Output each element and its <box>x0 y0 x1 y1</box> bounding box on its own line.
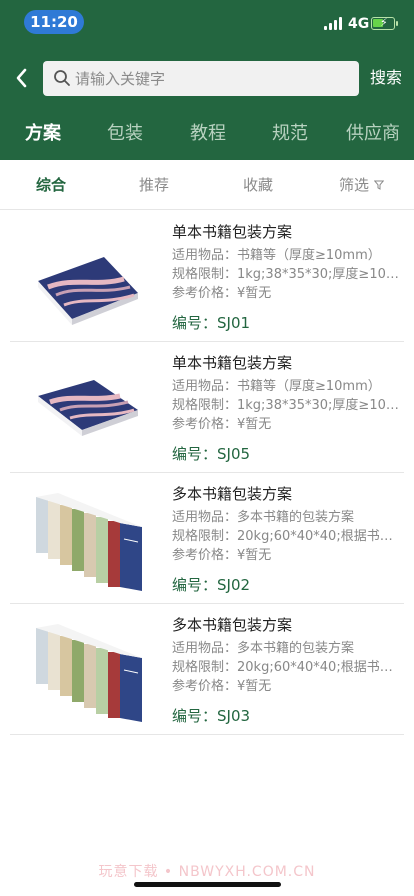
books-thumbnail <box>36 493 142 591</box>
list-item[interactable]: 单本书籍包装方案 适用物品：书籍等（厚度≥10mm） 规格限制：1kg;38*3… <box>10 342 404 473</box>
network-label: 4G <box>348 16 370 32</box>
status-bar: 11:20 4G ⚡ <box>0 0 414 44</box>
filter-bar: 综合 推荐 收藏 筛选 <box>0 160 414 210</box>
book-thumbnail <box>38 257 138 325</box>
item-code: 编号：SJ05 <box>172 445 251 463</box>
tab-solution[interactable]: 方案 <box>25 116 61 152</box>
item-limits: 规格限制：20kg;60*40*40;根据书籍数量 <box>172 660 404 675</box>
item-limits: 规格限制：1kg;38*35*30;厚度≥10mm <box>172 267 404 282</box>
search-icon <box>54 70 70 86</box>
item-limits: 规格限制：1kg;38*35*30;厚度≥10mm <box>172 398 404 413</box>
book-thumbnail <box>38 380 138 436</box>
filter-tab-recommended[interactable]: 推荐 <box>139 160 169 210</box>
tab-tutorial[interactable]: 教程 <box>190 116 226 152</box>
filter-tab-filter[interactable]: 筛选 <box>339 160 385 210</box>
item-code: 编号：SJ02 <box>172 576 251 594</box>
item-usage: 适用物品：书籍等（厚度≥10mm） <box>172 379 381 394</box>
list-item[interactable]: 多本书籍包装方案 适用物品：多本书籍的包装方案 规格限制：20kg;60*40*… <box>10 473 404 604</box>
tab-packaging[interactable]: 包装 <box>107 116 143 152</box>
item-price: 参考价格：¥暂无 <box>172 286 272 301</box>
item-title: 单本书籍包装方案 <box>172 354 293 372</box>
search-box[interactable] <box>43 61 359 96</box>
category-tabs: 方案 包装 教程 规范 供应商 <box>0 116 414 152</box>
chevron-left-icon <box>16 68 27 88</box>
funnel-icon <box>374 180 385 190</box>
item-price: 参考价格：¥暂无 <box>172 548 272 563</box>
list-item[interactable]: 单本书籍包装方案 适用物品：书籍等（厚度≥10mm） 规格限制：1kg;38*3… <box>10 211 404 342</box>
list-item[interactable]: 多本书籍包装方案 适用物品：多本书籍的包装方案 规格限制：20kg;60*40*… <box>10 604 404 735</box>
tab-supplier[interactable]: 供应商 <box>346 116 400 152</box>
filter-tab-overall[interactable]: 综合 <box>36 160 66 210</box>
filter-tab-favorites[interactable]: 收藏 <box>243 160 273 210</box>
search-button[interactable]: 搜索 <box>370 67 402 89</box>
item-code: 编号：SJ01 <box>172 314 251 332</box>
tab-standard[interactable]: 规范 <box>272 116 308 152</box>
item-usage: 适用物品：多本书籍的包装方案 <box>172 641 355 656</box>
battery-icon: ⚡ <box>371 16 398 30</box>
item-price: 参考价格：¥暂无 <box>172 679 272 694</box>
item-title: 单本书籍包装方案 <box>172 223 293 241</box>
status-time: 11:20 <box>24 10 84 34</box>
header: 11:20 4G ⚡ 搜索 方案 包装 教程 规范 供应商 <box>0 0 414 160</box>
books-thumbnail <box>36 624 142 722</box>
search-input[interactable] <box>75 61 353 96</box>
item-code: 编号：SJ03 <box>172 707 251 725</box>
back-button[interactable] <box>10 64 36 92</box>
item-usage: 适用物品：多本书籍的包装方案 <box>172 510 355 525</box>
item-limits: 规格限制：20kg;60*40*40;根据书籍数量 <box>172 529 404 544</box>
watermark: 玩意下载 • NBWYXH.COM.CN <box>98 864 316 880</box>
home-indicator <box>134 882 281 887</box>
signal-icon <box>324 17 344 30</box>
solution-list: 单本书籍包装方案 适用物品：书籍等（厚度≥10mm） 规格限制：1kg;38*3… <box>0 211 414 735</box>
item-price: 参考价格：¥暂无 <box>172 417 272 432</box>
filter-label: 筛选 <box>339 176 370 194</box>
item-title: 多本书籍包装方案 <box>172 485 293 503</box>
item-usage: 适用物品：书籍等（厚度≥10mm） <box>172 248 381 263</box>
item-title: 多本书籍包装方案 <box>172 616 293 634</box>
